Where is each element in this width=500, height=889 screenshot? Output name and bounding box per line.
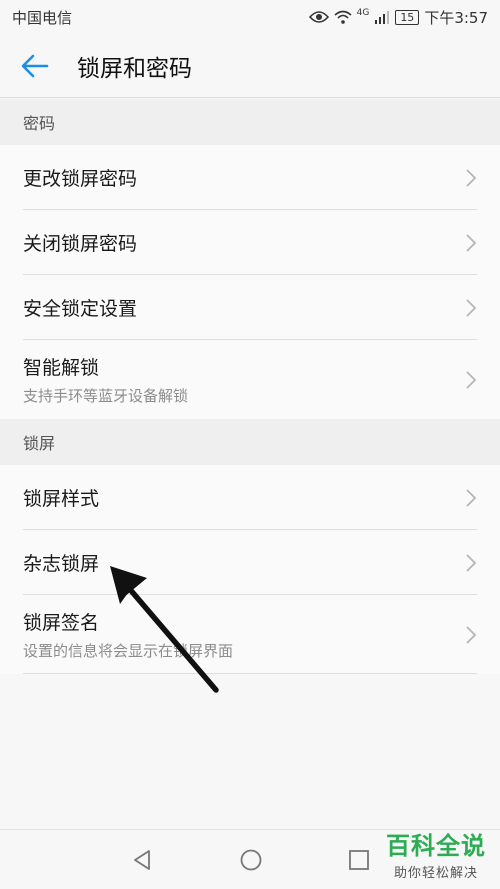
item-title: 智能解锁 — [23, 357, 100, 379]
security-lock-settings-item[interactable]: 安全锁定设置 — [0, 275, 500, 340]
wifi-icon — [334, 10, 352, 24]
page-title: 锁屏和密码 — [77, 55, 192, 82]
back-button[interactable] — [0, 34, 70, 98]
chevron-right-icon — [466, 370, 477, 389]
signal-icon — [375, 11, 390, 24]
arrow-left-icon — [21, 54, 49, 77]
item-title: 杂志锁屏 — [23, 553, 100, 575]
watermark-main: 百科全说 — [386, 832, 486, 860]
watermark-logo: 百科全说 助你轻松解决 — [386, 826, 486, 881]
network-type-label: 4G — [356, 8, 370, 18]
square-recent-icon[interactable] — [348, 849, 370, 871]
item-title: 锁屏签名 — [23, 612, 100, 634]
item-title: 关闭锁屏密码 — [23, 233, 138, 255]
eye-icon — [308, 11, 329, 23]
circle-home-icon[interactable] — [239, 848, 263, 872]
section-header-password: 密码 — [0, 99, 500, 145]
chevron-right-icon — [466, 553, 477, 572]
item-title: 锁屏样式 — [23, 488, 100, 510]
chevron-right-icon — [466, 488, 477, 507]
status-icons: 4G 15 下午3:57 — [308, 7, 488, 28]
item-title: 安全锁定设置 — [23, 298, 138, 320]
triangle-back-icon[interactable] — [130, 848, 154, 872]
disable-lock-password-item[interactable]: 关闭锁屏密码 — [0, 210, 500, 275]
time-label: 下午3:57 — [424, 8, 488, 27]
lock-screen-settings-list: 锁屏样式 杂志锁屏 锁屏签名 设置的信息将会显示在锁屏界面 — [0, 465, 500, 674]
item-subtitle: 支持手环等蓝牙设备解锁 — [23, 387, 189, 405]
app-header: 锁屏和密码 — [0, 34, 500, 98]
divider — [23, 673, 477, 674]
password-settings-list: 更改锁屏密码 关闭锁屏密码 安全锁定设置 智能解锁 支持手环等蓝牙设备解锁 — [0, 145, 500, 419]
chevron-right-icon — [466, 298, 477, 317]
status-bar: 中国电信 4G 15 下午3:57 — [0, 0, 500, 34]
item-title: 更改锁屏密码 — [23, 168, 138, 190]
chevron-right-icon — [466, 625, 477, 644]
watermark-sub: 助你轻松解决 — [393, 866, 478, 881]
chevron-right-icon — [466, 233, 477, 252]
magazine-lock-screen-item[interactable]: 杂志锁屏 — [0, 530, 500, 595]
lock-screen-style-item[interactable]: 锁屏样式 — [0, 465, 500, 530]
lock-screen-signature-item[interactable]: 锁屏签名 设置的信息将会显示在锁屏界面 — [0, 595, 500, 674]
chevron-right-icon — [466, 168, 477, 187]
section-header-lock-screen: 锁屏 — [0, 419, 500, 465]
change-lock-password-item[interactable]: 更改锁屏密码 — [0, 145, 500, 210]
carrier-label: 中国电信 — [12, 8, 73, 27]
battery-icon: 15 — [395, 9, 420, 25]
item-subtitle: 设置的信息将会显示在锁屏界面 — [23, 642, 234, 660]
smart-unlock-item[interactable]: 智能解锁 支持手环等蓝牙设备解锁 — [0, 340, 500, 419]
